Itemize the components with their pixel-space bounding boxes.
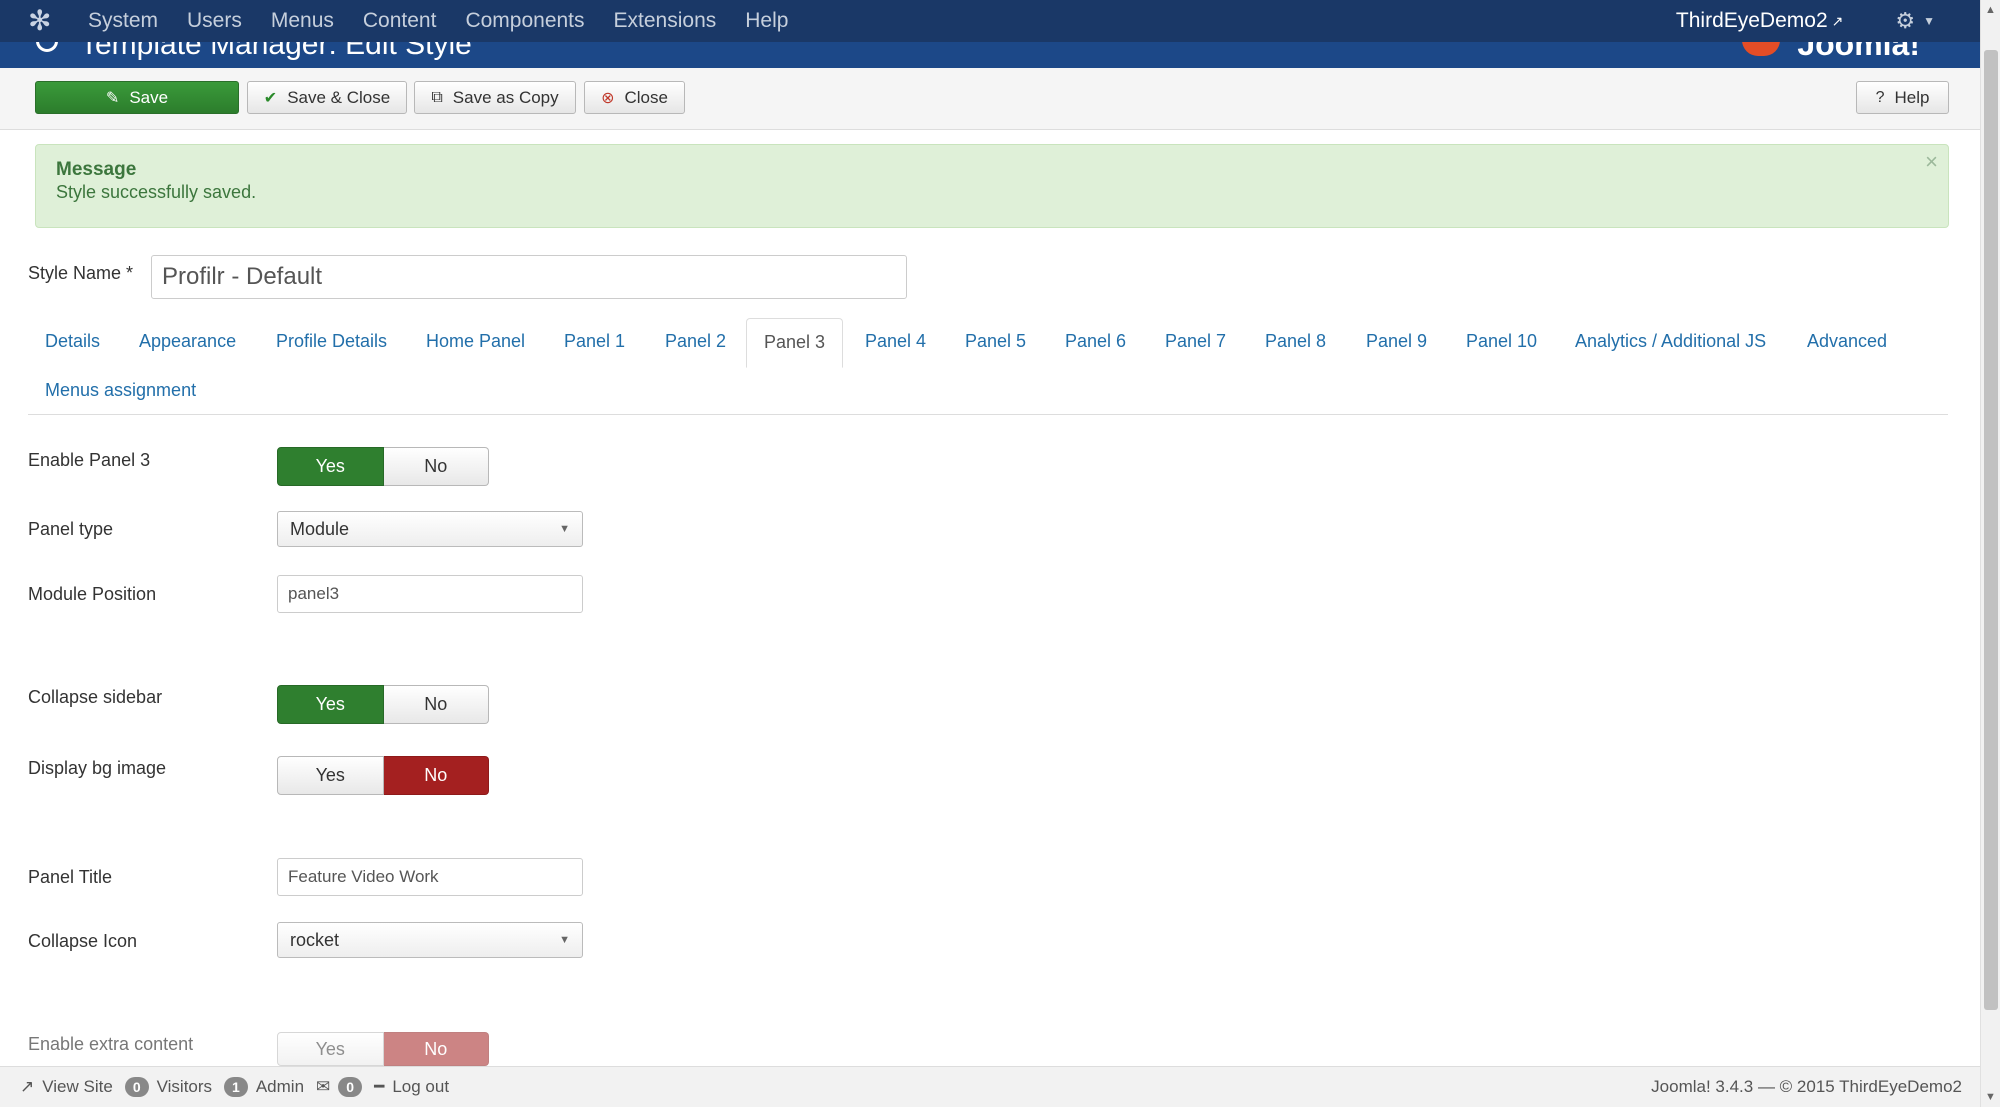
display-bg-image-yes[interactable]: Yes [277, 756, 384, 795]
admin-badge: 1 [224, 1077, 248, 1097]
tab-details[interactable]: Details [45, 331, 100, 352]
tab-panel-5[interactable]: Panel 5 [965, 331, 1026, 352]
save-and-close-button[interactable]: ✔ Save & Close [247, 81, 407, 114]
help-button[interactable]: ? Help [1856, 81, 1949, 114]
tab-panel-6[interactable]: Panel 6 [1065, 331, 1126, 352]
module-position-input[interactable]: panel3 [277, 575, 583, 613]
panel-title-input[interactable]: Feature Video Work [277, 858, 583, 896]
page-title: Template Manager: Edit Style [80, 42, 472, 61]
collapse-sidebar-label: Collapse sidebar [28, 687, 163, 707]
module-position-label: Module Position [28, 584, 157, 604]
chevron-down-icon: ▼ [559, 523, 570, 535]
menu-item-extensions[interactable]: Extensions [614, 0, 717, 42]
close-circle-icon: ⊗ [601, 89, 615, 107]
tab-panel-2[interactable]: Panel 2 [665, 331, 726, 352]
tab-panel-10[interactable]: Panel 10 [1466, 331, 1537, 352]
joomla-brand-logo: Joomla! [1797, 42, 1920, 62]
tab-analytics[interactable]: Analytics / Additional JS [1575, 331, 1766, 352]
joomla-logo-icon[interactable]: ✻ [28, 0, 72, 42]
messages-badge: 0 [338, 1077, 363, 1097]
template-icon [36, 42, 58, 52]
enable-panel3-no[interactable]: No [383, 447, 489, 486]
enable-panel3-label: Enable Panel 3 [28, 450, 151, 470]
site-name-link[interactable]: ThirdEyeDemo2 [1676, 9, 1828, 33]
tab-panel-8[interactable]: Panel 8 [1265, 331, 1326, 352]
enable-panel3-toggle: Yes No [277, 447, 489, 486]
external-link-icon: ↗ [20, 1077, 35, 1096]
chevron-down-icon: ▼ [559, 934, 570, 946]
menu-item-users[interactable]: Users [187, 0, 242, 42]
menu-item-components[interactable]: Components [465, 0, 584, 42]
enable-extra-content-toggle: Yes No [277, 1032, 489, 1066]
style-name-input[interactable]: Profilr - Default [151, 255, 907, 299]
scroll-down-icon[interactable]: ▼ [1985, 1091, 1996, 1103]
top-navbar: ✻ System Users Menus Content Components … [0, 0, 1980, 42]
display-bg-image-toggle: Yes No [277, 756, 489, 795]
panel-title-label: Panel Title [28, 867, 113, 887]
visitors-badge: 0 [124, 1077, 149, 1097]
tab-panel-3[interactable]: Panel 3 [746, 318, 844, 368]
enable-extra-content-yes[interactable]: Yes [277, 1032, 384, 1066]
page-header: Template Manager: Edit Style Joomla! [0, 42, 1980, 68]
scrollbar-thumb[interactable] [1984, 50, 1998, 1010]
envelope-icon: ✉ [316, 1077, 331, 1096]
enable-panel3-yes[interactable]: Yes [277, 447, 384, 486]
save-button[interactable]: ✎ Save [35, 81, 239, 114]
menu-item-help[interactable]: Help [745, 0, 788, 42]
close-button[interactable]: ⊗ Close [584, 81, 685, 114]
tab-advanced[interactable]: Advanced [1807, 331, 1887, 352]
collapse-sidebar-yes[interactable]: Yes [277, 685, 384, 724]
menu-item-system[interactable]: System [88, 0, 158, 42]
scroll-up-icon[interactable]: ▲ [1985, 4, 1996, 16]
tab-profile-details[interactable]: Profile Details [276, 331, 387, 352]
success-message: Message Style successfully saved. × [35, 144, 1949, 228]
style-name-label: Style Name * [28, 263, 134, 283]
collapse-icon-value: rocket [290, 929, 340, 950]
collapse-icon-label: Collapse Icon [28, 931, 138, 951]
menu-item-menus[interactable]: Menus [271, 0, 334, 42]
display-bg-image-label: Display bg image [28, 758, 167, 778]
save-as-copy-button[interactable]: ⧉ Save as Copy [414, 81, 576, 114]
display-bg-image-no[interactable]: No [383, 756, 489, 795]
toolbar: ✎ Save ✔ Save & Close ⧉ Save as Copy ⊗ C… [0, 68, 1980, 130]
menu-item-content[interactable]: Content [363, 0, 437, 42]
close-icon[interactable]: × [1925, 149, 1938, 175]
page-scrollbar[interactable]: ▲ ▼ [1980, 0, 2000, 1107]
collapse-sidebar-toggle: Yes No [277, 685, 489, 724]
gear-icon[interactable]: ⚙ [1895, 8, 1915, 34]
logout-link[interactable]: ━ Log out [374, 1077, 449, 1097]
collapse-sidebar-no[interactable]: No [383, 685, 489, 724]
external-link-icon: ↗ [1831, 12, 1844, 29]
question-icon: ? [1875, 88, 1885, 106]
tab-panel-1[interactable]: Panel 1 [564, 331, 625, 352]
tab-divider [28, 414, 1948, 415]
tab-menus-assignment[interactable]: Menus assignment [45, 380, 196, 401]
joomla-brand-icon [1742, 42, 1780, 56]
tab-home-panel[interactable]: Home Panel [426, 331, 525, 352]
tab-panel-7[interactable]: Panel 7 [1165, 331, 1226, 352]
copyright-text: Joomla! 3.4.3 — © 2015 ThirdEyeDemo2 [1651, 1077, 1962, 1096]
check-icon: ✔ [263, 89, 278, 107]
status-bar: ↗ View Site 0 Visitors 1 Admin ✉ 0 ━ Log… [0, 1066, 1980, 1107]
admin-status: 1 Admin [224, 1077, 304, 1097]
edit-icon: ✎ [105, 89, 120, 107]
tab-appearance[interactable]: Appearance [139, 331, 236, 352]
panel-type-value: Module [290, 518, 350, 539]
collapse-icon-select[interactable]: rocket ▼ [277, 922, 583, 958]
messages-status[interactable]: ✉ 0 [316, 1077, 363, 1097]
message-heading: Message [56, 159, 137, 180]
minus-icon: ━ [374, 1077, 385, 1096]
visitors-status: 0 Visitors [124, 1077, 212, 1097]
tab-panel-4[interactable]: Panel 4 [865, 331, 926, 352]
message-text: Style successfully saved. [56, 182, 257, 202]
tab-panel-9[interactable]: Panel 9 [1366, 331, 1427, 352]
enable-extra-content-label: Enable extra content [28, 1034, 194, 1054]
view-site-link[interactable]: ↗ View Site [20, 1077, 113, 1097]
main-menu: System Users Menus Content Components Ex… [88, 0, 817, 42]
panel-type-select[interactable]: Module ▼ [277, 511, 583, 547]
panel-type-label: Panel type [28, 519, 114, 539]
enable-extra-content-no[interactable]: No [383, 1032, 489, 1066]
chevron-down-icon[interactable]: ▼ [1923, 14, 1935, 28]
copy-icon: ⧉ [431, 88, 443, 106]
